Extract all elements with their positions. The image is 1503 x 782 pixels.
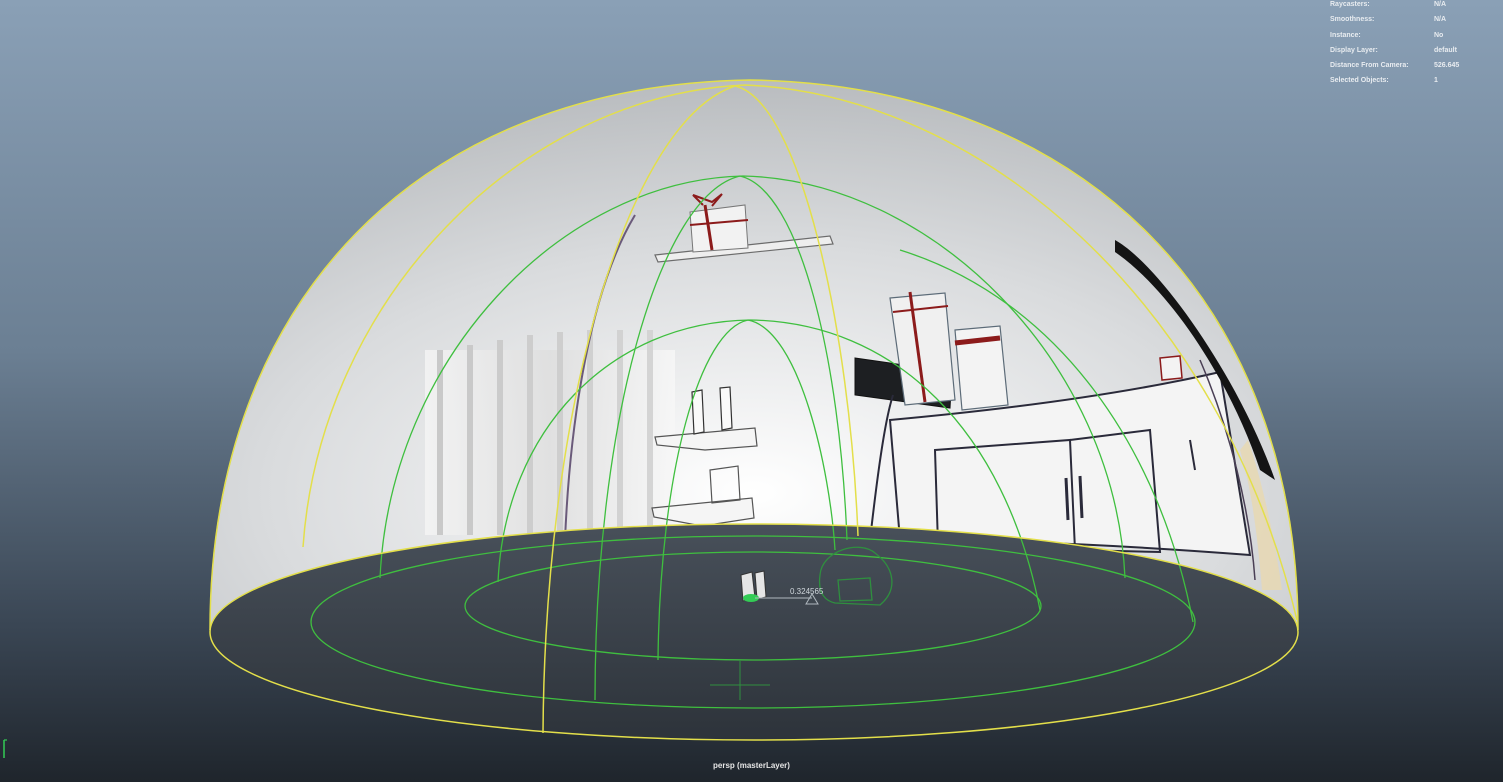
hud-key: Raycasters:	[1330, 1, 1370, 8]
hud-value: N/A	[1434, 16, 1447, 24]
hud-row: Smoothness: N/A	[1330, 12, 1498, 27]
hud-key: Smoothness:	[1330, 16, 1375, 24]
window-blinds	[425, 330, 675, 535]
hud-row: Instance: No	[1330, 28, 1498, 43]
hud-value: default	[1434, 46, 1457, 54]
hud-row: Selected Objects: 1	[1330, 73, 1498, 88]
heads-up-display: Raycasters: N/A Smoothness: N/A Instance: No D…	[1330, 0, 1498, 89]
hud-key: Instance:	[1330, 31, 1361, 39]
hud-value: No	[1434, 31, 1444, 39]
hud-key: Display Layer:	[1330, 46, 1378, 54]
hud-value: 1	[1434, 77, 1438, 85]
hud-key: Selected Objects:	[1330, 77, 1389, 85]
hud-row: Raycasters: N/A	[1330, 0, 1498, 12]
hud-row: Distance From Camera: 526.645	[1330, 58, 1498, 73]
perspective-viewport[interactable]: 0.324565 Raycasters: N/A Smoothness: N/A Ins…	[0, 0, 1503, 782]
hud-value: 526.645	[1434, 62, 1460, 70]
camera-name-label: persp (masterLayer)	[713, 761, 790, 770]
hud-value: N/A	[1434, 1, 1447, 8]
distance-measure-label: 0.324565	[790, 587, 824, 596]
scene-canvas[interactable]	[0, 0, 1503, 782]
hud-key: Distance From Camera:	[1330, 62, 1409, 70]
view-axis-icon	[3, 739, 7, 758]
hud-row: Display Layer: default	[1330, 43, 1498, 58]
